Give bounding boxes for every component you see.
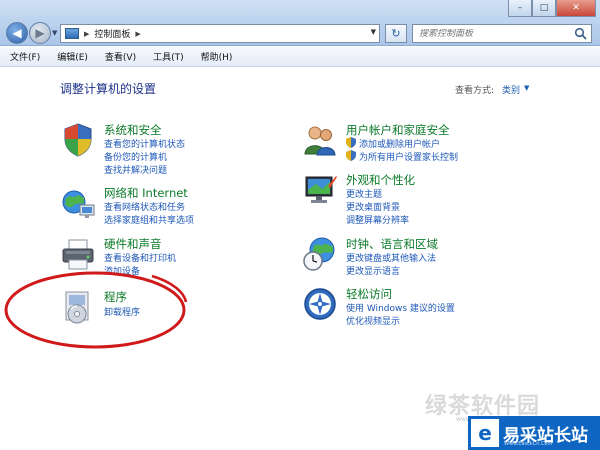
uac-shield-icon xyxy=(346,137,356,148)
display-appearance-icon[interactable] xyxy=(302,172,338,208)
forward-arrow-icon: ▶ xyxy=(35,26,45,40)
link-parental-controls[interactable]: 为所有用户设置家长控制 xyxy=(359,150,458,163)
link-change-keyboard-input[interactable]: 更改键盘或其他输入法 xyxy=(346,251,436,264)
category-title[interactable]: 系统和安全 xyxy=(104,122,162,138)
forward-button[interactable]: ▶ xyxy=(29,22,51,44)
category-appearance: 外观和个性化 更改主题 更改桌面背景 调整屏幕分辨率 xyxy=(302,172,522,228)
link-adjust-resolution[interactable]: 调整屏幕分辨率 xyxy=(346,213,409,226)
category-title[interactable]: 硬件和声音 xyxy=(104,236,162,252)
link-recommended-settings[interactable]: 使用 Windows 建议的设置 xyxy=(346,301,455,314)
category-clock-language-region: 时钟、语言和区域 更改键盘或其他输入法 更改显示语言 xyxy=(302,236,522,280)
control-panel-icon xyxy=(65,28,79,39)
printer-icon[interactable] xyxy=(60,236,96,272)
back-button[interactable]: ◀ xyxy=(6,22,28,44)
link-backup-computer[interactable]: 备份您的计算机 xyxy=(104,150,167,163)
clock-globe-icon[interactable] xyxy=(302,236,338,272)
category-ease-of-access: 轻松访问 使用 Windows 建议的设置 优化视频显示 xyxy=(302,286,522,330)
category-system-security: 系统和安全 查看您的计算机状态 备份您的计算机 查找并解决问题 xyxy=(60,122,260,178)
brand-url: Www.EasckCn.Com xyxy=(504,441,553,447)
link-change-desktop-background[interactable]: 更改桌面背景 xyxy=(346,200,400,213)
menu-tools[interactable]: 工具(T) xyxy=(153,50,184,63)
category-title[interactable]: 轻松访问 xyxy=(346,286,392,302)
link-change-theme[interactable]: 更改主题 xyxy=(346,187,382,200)
link-add-remove-accounts[interactable]: 添加或删除用户帐户 xyxy=(359,137,440,150)
menu-view[interactable]: 查看(V) xyxy=(105,50,136,63)
network-globe-icon[interactable] xyxy=(60,185,96,221)
search-icon[interactable] xyxy=(574,27,587,40)
page-title: 调整计算机的设置 xyxy=(60,82,157,96)
link-view-computer-status[interactable]: 查看您的计算机状态 xyxy=(104,137,185,150)
view-by-selector[interactable]: 类别 xyxy=(502,83,520,96)
breadcrumb-control-panel[interactable]: 控制面板 xyxy=(94,27,130,40)
uac-shield-icon xyxy=(346,150,356,161)
category-user-accounts: 用户帐户和家庭安全 添加或删除用户帐户 为所有用户设置家长控制 xyxy=(302,122,522,166)
search-input[interactable] xyxy=(419,28,569,39)
link-optimize-video-display[interactable]: 优化视频显示 xyxy=(346,314,400,327)
maximize-button[interactable]: □ xyxy=(532,0,556,17)
address-dropdown-icon[interactable]: ▼ xyxy=(371,28,376,36)
system-security-shield-icon[interactable] xyxy=(60,122,96,158)
link-find-fix-problems[interactable]: 查找并解决问题 xyxy=(104,163,167,176)
link-view-network-status[interactable]: 查看网络状态和任务 xyxy=(104,200,185,213)
minimize-button[interactable]: – xyxy=(508,0,532,17)
search-box[interactable] xyxy=(412,24,592,43)
menu-help[interactable]: 帮助(H) xyxy=(201,50,233,63)
window-titlebar: – □ ✕ ◀ ▶ ▼ ▶ 控制面板 ▶ ▼ ↻ xyxy=(0,0,600,46)
close-button[interactable]: ✕ xyxy=(556,0,596,17)
recent-pages-dropdown[interactable]: ▼ xyxy=(52,29,57,37)
refresh-icon: ↻ xyxy=(391,27,401,40)
view-by-dropdown-icon[interactable]: ▼ xyxy=(524,84,529,92)
address-bar[interactable]: ▶ 控制面板 ▶ ▼ xyxy=(60,24,380,43)
link-change-display-language[interactable]: 更改显示语言 xyxy=(346,264,400,277)
window-controls: – □ ✕ xyxy=(508,0,596,17)
breadcrumb-chevron-icon[interactable]: ▶ xyxy=(135,30,140,38)
brand-logo-icon: e xyxy=(471,419,499,447)
view-by-label: 查看方式: xyxy=(455,86,495,96)
category-title[interactable]: 用户帐户和家庭安全 xyxy=(346,122,450,138)
menu-file[interactable]: 文件(F) xyxy=(10,50,40,63)
users-icon[interactable] xyxy=(302,122,338,158)
ease-of-access-icon[interactable] xyxy=(302,286,338,322)
category-title[interactable]: 外观和个性化 xyxy=(346,172,415,188)
link-devices-printers[interactable]: 查看设备和打印机 xyxy=(104,251,176,264)
breadcrumb-separator-icon[interactable]: ▶ xyxy=(84,30,89,38)
back-arrow-icon: ◀ xyxy=(12,26,22,40)
category-title[interactable]: 网络和 Internet xyxy=(104,185,188,201)
category-title[interactable]: 时钟、语言和区域 xyxy=(346,236,438,252)
menu-bar: 文件(F) 编辑(E) 查看(V) 工具(T) 帮助(H) xyxy=(0,47,600,67)
menu-edit[interactable]: 编辑(E) xyxy=(57,50,88,63)
link-homegroup-sharing[interactable]: 选择家庭组和共享选项 xyxy=(104,213,194,226)
refresh-button[interactable]: ↻ xyxy=(385,24,407,43)
category-network-internet: 网络和 Internet 查看网络状态和任务 选择家庭组和共享选项 xyxy=(60,185,260,229)
annotation-ellipse xyxy=(4,271,188,349)
